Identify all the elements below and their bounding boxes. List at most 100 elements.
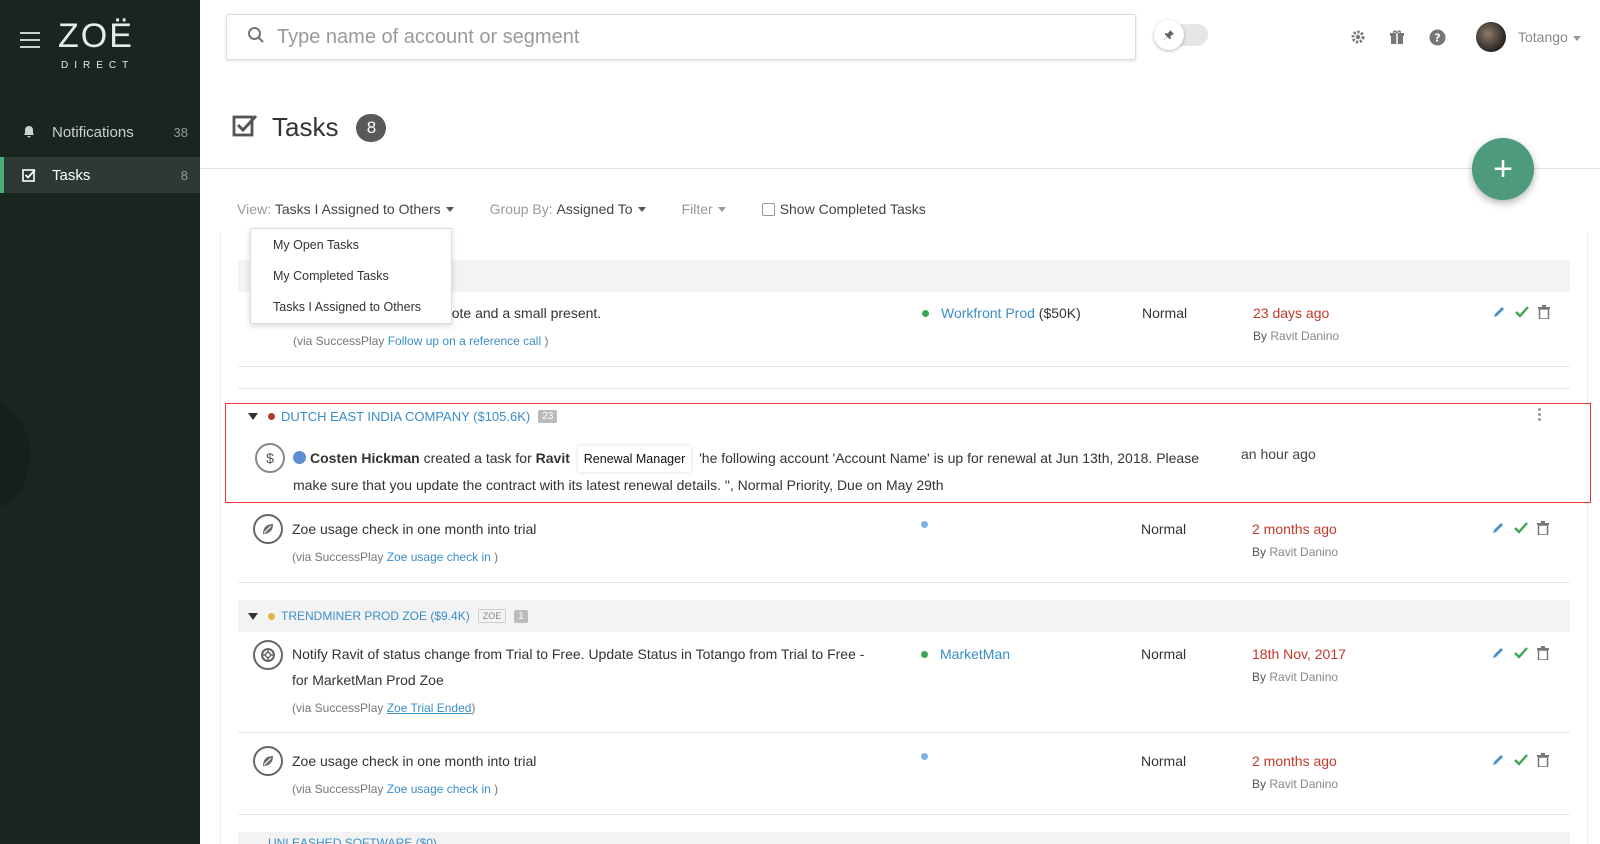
show-completed-checkbox[interactable] — [761, 202, 775, 216]
task-source-prefix: (via SuccessPlay — [292, 782, 384, 796]
edit-icon[interactable] — [1491, 521, 1505, 535]
task-count-badge: 8 — [356, 113, 387, 142]
task-due: 18th Nov, 2017 — [1252, 646, 1346, 662]
leaf-icon — [253, 514, 283, 544]
successplay-link[interactable]: Zoe usage check in — [387, 782, 491, 796]
pin-toggle[interactable] — [1154, 20, 1208, 50]
collapse-icon[interactable] — [248, 413, 258, 420]
edit-icon[interactable] — [1491, 753, 1505, 767]
complete-icon[interactable] — [1514, 521, 1528, 535]
task-title[interactable]: Zoe usage check in one month into trial — [292, 748, 536, 774]
task-creator: By Ravit Danino — [1252, 777, 1338, 791]
filter-selector[interactable]: Filter — [682, 201, 726, 217]
group-by-selector[interactable]: Group By: Assigned To — [490, 201, 646, 217]
user-menu[interactable]: Totango — [1518, 29, 1581, 45]
view-selector[interactable]: View: Tasks I Assigned to Others — [237, 201, 454, 217]
complete-icon[interactable] — [1514, 753, 1528, 767]
search-box[interactable] — [226, 14, 1136, 60]
show-completed-toggle[interactable]: Show Completed Tasks — [761, 201, 926, 217]
logo-sub: DIRECT — [61, 60, 135, 71]
row-divider — [238, 732, 1570, 733]
gear-icon[interactable] — [1348, 27, 1368, 47]
account-link[interactable]: Workfront Prod — [941, 305, 1035, 321]
group-name[interactable]: DUTCH EAST INDIA COMPANY ($105.6K) — [281, 409, 530, 424]
edit-icon[interactable] — [1491, 646, 1505, 660]
task-priority: Normal — [1141, 521, 1187, 537]
status-dot — [268, 413, 275, 420]
task-title[interactable]: Notify Ravit of status change from Trial… — [292, 641, 882, 693]
group-header[interactable]: UNLEASHED SOFTWARE ($0) — [238, 832, 1570, 844]
group-count-badge: 1 — [514, 609, 528, 623]
task-actions — [1491, 753, 1558, 767]
notification-action: created a task for — [423, 450, 532, 466]
menu-item-my-open-tasks[interactable]: My Open Tasks — [251, 229, 451, 260]
header-divider — [200, 168, 1600, 169]
menu-item-tasks-assigned-to-others[interactable]: Tasks I Assigned to Others — [251, 291, 451, 322]
logo[interactable]: ZOË DIRECT — [58, 18, 134, 71]
task-source-suffix: ) — [544, 334, 549, 348]
task-account: MarketMan — [921, 646, 1010, 662]
row-divider — [238, 582, 1570, 583]
task-source-prefix: (via SuccessPlay — [292, 701, 384, 715]
group-header[interactable]: DUTCH EAST INDIA COMPANY ($105.6K) 23 — [248, 409, 558, 424]
pin-icon — [1154, 20, 1184, 50]
chevron-down-icon — [637, 206, 646, 212]
successplay-link[interactable]: Zoe Trial Ended — [387, 701, 472, 715]
more-options-icon[interactable] — [1538, 408, 1542, 423]
notification-text: Costen Hickman created a task for Ravit … — [293, 445, 1203, 498]
sidebar-item-label: Tasks — [52, 166, 91, 184]
group-name[interactable]: TRENDMINER PROD ZOE ($9.4K) — [281, 609, 470, 623]
complete-icon[interactable] — [1514, 646, 1528, 660]
avatar[interactable] — [1476, 22, 1506, 52]
sidebar-decoration — [0, 400, 30, 510]
trash-icon[interactable] — [1537, 646, 1549, 660]
task-creator-name: Ravit Danino — [1269, 670, 1339, 684]
complete-icon[interactable] — [1515, 305, 1529, 319]
show-completed-label: Show Completed Tasks — [779, 201, 926, 217]
task-priority: Normal — [1141, 753, 1187, 769]
gift-icon[interactable] — [1387, 27, 1407, 47]
sidebar-item-notifications[interactable]: Notifications 38 — [0, 114, 200, 150]
task-creator: By Ravit Danino — [1252, 670, 1338, 684]
sidebar: ZOË DIRECT Notifications 38 Tasks 8 — [0, 0, 200, 844]
task-due: 23 days ago — [1253, 305, 1330, 321]
task-source-prefix: (via SuccessPlay — [292, 550, 384, 564]
notification-time: an hour ago — [1241, 446, 1316, 462]
group-name[interactable]: UNLEASHED SOFTWARE ($0) — [268, 836, 437, 844]
row-divider — [238, 366, 1570, 367]
search-icon — [247, 26, 265, 49]
successplay-link[interactable]: Follow up on a reference call — [388, 334, 541, 348]
collapse-icon[interactable] — [248, 612, 258, 620]
task-creator-label: By — [1252, 777, 1267, 791]
add-task-button[interactable]: + — [1472, 138, 1534, 200]
page-header: Tasks 8 — [232, 112, 387, 143]
status-dot — [922, 309, 929, 317]
task-source-suffix: ) — [471, 701, 476, 715]
task-source: (via SuccessPlay Zoe usage check in ) — [292, 550, 498, 564]
successplay-link[interactable]: Zoe usage check in — [387, 550, 491, 564]
plus-icon: + — [1493, 149, 1513, 188]
task-creator: By Ravit Danino — [1253, 329, 1339, 343]
edit-icon[interactable] — [1492, 305, 1506, 319]
role-tooltip: Renewal Manager — [577, 446, 692, 472]
svg-text:?: ? — [1434, 31, 1440, 44]
task-due: 2 months ago — [1252, 753, 1337, 769]
lifebuoy-icon — [253, 640, 283, 670]
task-creator-label: By — [1252, 670, 1267, 684]
view-value: Tasks I Assigned to Others — [274, 201, 441, 217]
account-link[interactable]: MarketMan — [940, 646, 1010, 662]
help-icon[interactable]: ? — [1427, 27, 1447, 47]
trash-icon[interactable] — [1537, 753, 1549, 767]
search-input[interactable] — [277, 25, 1077, 49]
trash-icon[interactable] — [1538, 305, 1550, 319]
filter-label: Filter — [681, 201, 713, 217]
notification-actor: Costen Hickman — [310, 450, 420, 466]
group-header[interactable]: TRENDMINER PROD ZOE ($9.4K) ZOE 1 — [238, 600, 1570, 632]
status-dot — [921, 650, 928, 658]
task-title[interactable]: Zoe usage check in one month into trial — [292, 516, 536, 542]
task-source: (via SuccessPlay Follow up on a referenc… — [293, 334, 548, 348]
trash-icon[interactable] — [1537, 521, 1549, 535]
hamburger-menu-icon[interactable] — [20, 32, 40, 48]
sidebar-item-tasks[interactable]: Tasks 8 — [0, 157, 200, 193]
menu-item-my-completed-tasks[interactable]: My Completed Tasks — [251, 260, 451, 291]
